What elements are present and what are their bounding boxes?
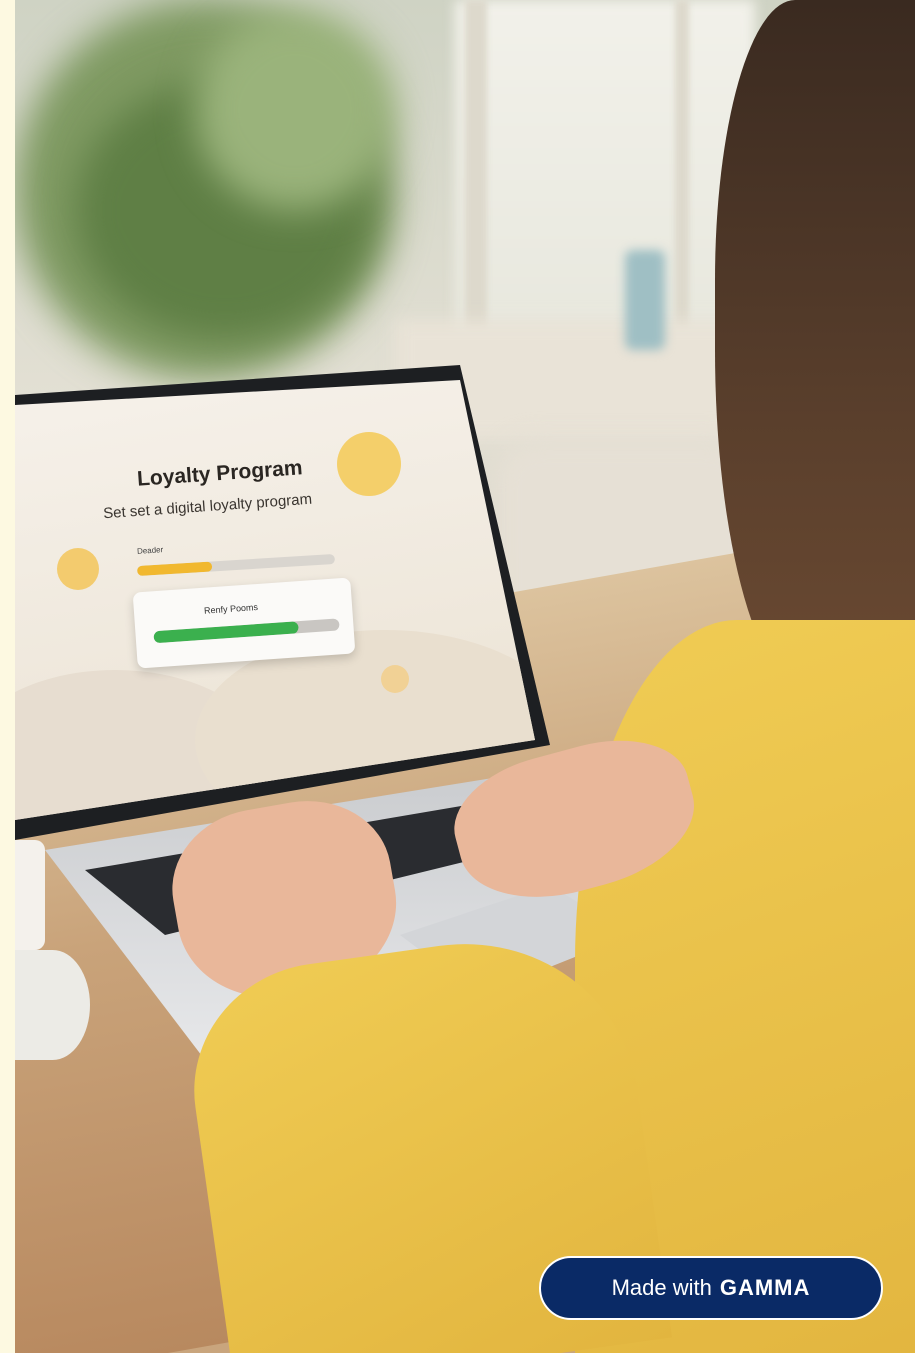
made-with-gamma-badge[interactable]: Made with GAMMA xyxy=(539,1256,883,1320)
coffee-cup xyxy=(15,840,45,950)
vase xyxy=(625,250,665,350)
badge-prefix: Made with xyxy=(611,1275,712,1300)
progress-bar-green xyxy=(153,618,340,644)
progress-label: Deader xyxy=(136,545,164,556)
plant-foliage xyxy=(195,10,395,210)
window-frame xyxy=(675,0,689,330)
card-label: Renfy Pooms xyxy=(203,602,259,616)
person-hair xyxy=(715,0,915,700)
photo-scene: Loyalty Program Set set a digital loyalt… xyxy=(15,0,915,1353)
sun-circle-small xyxy=(57,548,99,590)
sun-circle-tiny xyxy=(381,665,409,693)
background-window xyxy=(455,0,755,340)
sun-circle-large xyxy=(337,432,401,496)
progress-bar-yellow xyxy=(136,553,336,577)
left-margin-stripe xyxy=(0,0,15,1353)
saucer xyxy=(15,950,90,1060)
progress-fill-green xyxy=(153,621,299,644)
window-frame xyxy=(465,0,487,330)
gamma-logo: GAMMA xyxy=(719,1275,811,1300)
screen-title: Loyalty Program xyxy=(136,456,304,491)
progress-fill-yellow xyxy=(136,561,213,577)
reward-card: Renfy Pooms xyxy=(132,577,356,669)
screen-subtitle: Set set a digital loyalty program xyxy=(102,490,313,523)
